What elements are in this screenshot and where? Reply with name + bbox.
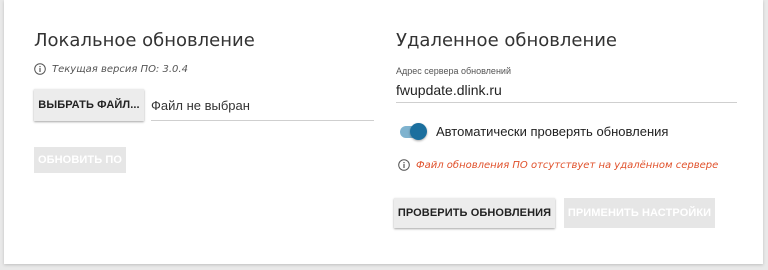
- update-firmware-button[interactable]: ОБНОВИТЬ ПО: [34, 147, 126, 173]
- toggle-knob: [410, 123, 427, 140]
- file-field-underline: [151, 120, 374, 121]
- auto-check-label: Автоматически проверять обновления: [436, 124, 669, 139]
- local-update-title: Локальное обновление: [34, 30, 255, 51]
- file-status-text: Файл не выбран: [151, 98, 250, 113]
- server-address-underline: [396, 102, 737, 103]
- check-updates-button[interactable]: ПРОВЕРИТЬ ОБНОВЛЕНИЯ: [394, 198, 555, 228]
- info-icon: [398, 159, 410, 171]
- info-icon: [34, 63, 46, 75]
- current-version-info: Текущая версия ПО: 3.0.4: [34, 63, 188, 75]
- firmware-update-panel: Локальное обновление Текущая версия ПО: …: [4, 0, 763, 264]
- update-warning: Файл обновления ПО отсутствует на удалён…: [398, 159, 718, 171]
- update-warning-text: Файл обновления ПО отсутствует на удалён…: [416, 159, 719, 171]
- current-version-text: Текущая версия ПО: 3.0.4: [52, 63, 188, 75]
- apply-settings-button[interactable]: ПРИМЕНИТЬ НАСТРОЙКИ: [564, 198, 715, 228]
- select-file-button[interactable]: ВЫБРАТЬ ФАЙЛ...: [34, 89, 144, 121]
- server-address-input[interactable]: fwupdate.dlink.ru: [396, 82, 502, 98]
- remote-update-title: Удаленное обновление: [396, 30, 617, 51]
- server-address-label: Адрес сервера обновлений: [396, 66, 511, 76]
